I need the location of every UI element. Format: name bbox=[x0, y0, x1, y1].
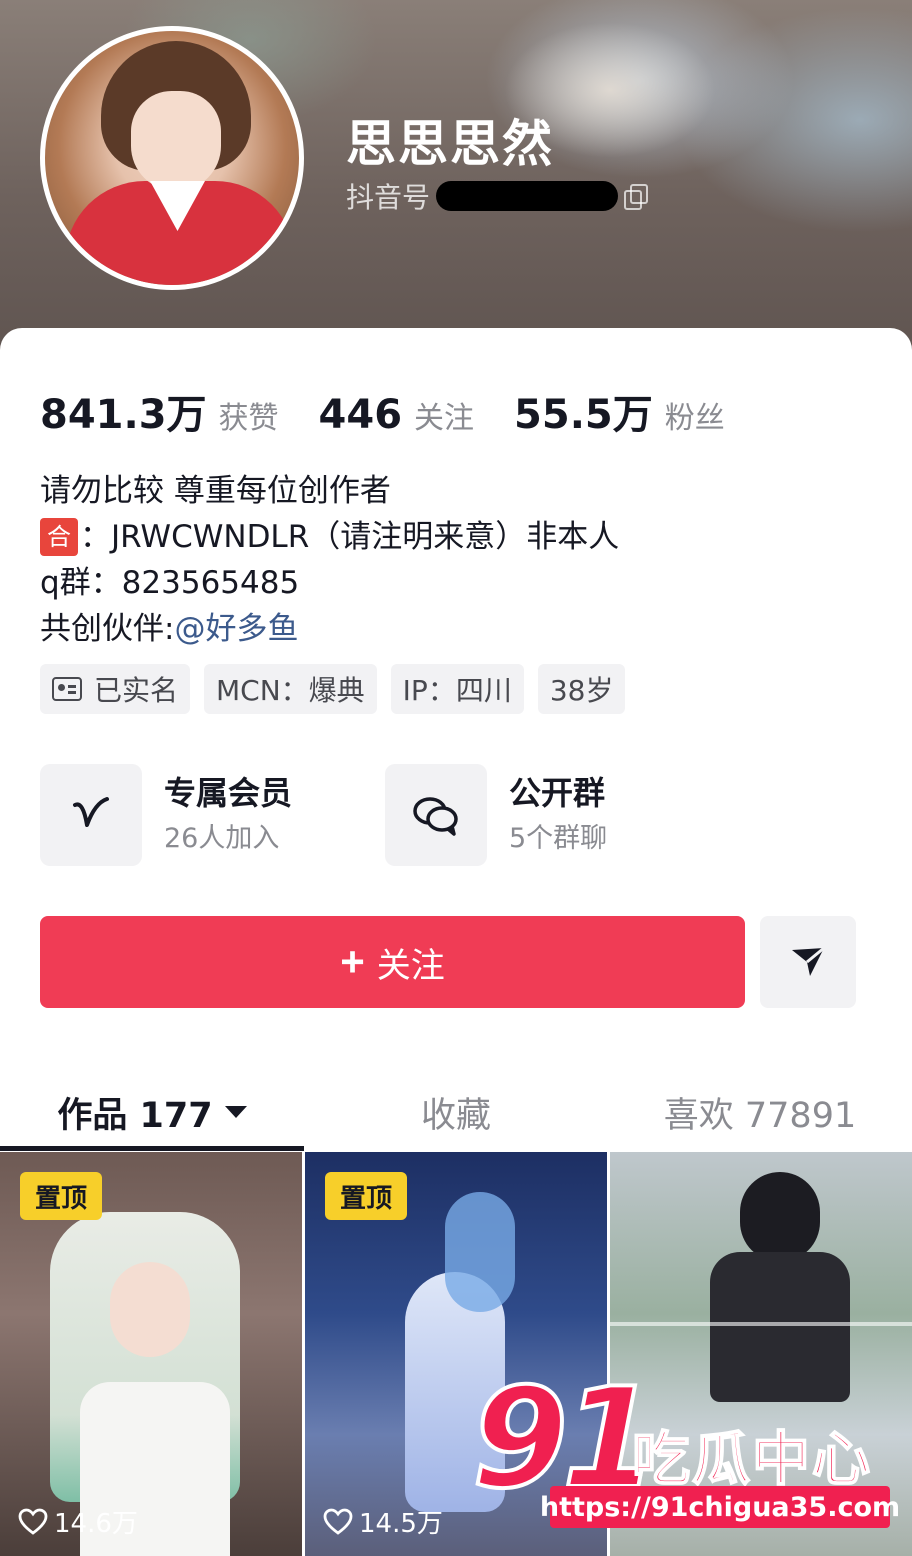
tab-favorites[interactable]: 收藏 bbox=[304, 1074, 608, 1150]
tag-verified[interactable]: 已实名 bbox=[40, 664, 191, 714]
stat-value: 446 bbox=[318, 392, 403, 438]
tag-label: 38岁 bbox=[549, 674, 614, 707]
stat-value: 841.3万 bbox=[40, 392, 207, 438]
stat-label: 获赞 bbox=[218, 401, 279, 436]
follow-button[interactable]: + 关注 bbox=[40, 916, 745, 1008]
tab-works[interactable]: 作品 177 bbox=[0, 1074, 304, 1150]
bio-text: ：JRWCWNDLR（请注明来意）非本人 bbox=[80, 519, 620, 555]
tag-label: MCN：爆典 bbox=[216, 674, 365, 707]
douyin-id-label: 抖音号 bbox=[346, 181, 431, 214]
like-count: 14.6万 bbox=[18, 1503, 138, 1540]
exclusive-member-entry[interactable]: 专属会员 26人加入 bbox=[40, 764, 385, 866]
he-emoji-badge: 合 bbox=[40, 518, 78, 556]
stat-label: 关注 bbox=[414, 401, 475, 436]
heart-icon bbox=[18, 1508, 48, 1535]
redacted-id bbox=[436, 181, 619, 211]
stat-following[interactable]: 446 关注 bbox=[319, 392, 475, 438]
watermark-text: 吃瓜中心 bbox=[631, 1424, 873, 1494]
bio-line: 请勿比较 尊重每位创作者 bbox=[40, 473, 391, 509]
feature-title: 公开群 bbox=[509, 774, 606, 812]
tag-label: 已实名 bbox=[94, 674, 179, 707]
bio-text: 共创伙伴: bbox=[40, 611, 175, 647]
content-tabs: 作品 177 收藏 喜欢 77891 bbox=[0, 1074, 912, 1150]
douyin-id: 抖音号 bbox=[346, 176, 649, 216]
v-member-icon bbox=[40, 764, 142, 866]
tag-age[interactable]: 38岁 bbox=[537, 664, 626, 714]
send-icon bbox=[792, 946, 825, 976]
stat-followers[interactable]: 55.5万 粉丝 bbox=[514, 382, 725, 440]
avatar[interactable] bbox=[40, 26, 304, 290]
tag-label: IP：四川 bbox=[402, 674, 512, 707]
action-row: + 关注 bbox=[40, 916, 856, 1008]
feature-subtitle: 5个群聊 bbox=[509, 823, 608, 854]
tag-ip[interactable]: IP：四川 bbox=[390, 664, 524, 714]
tab-liked[interactable]: 喜欢 77891 bbox=[608, 1074, 912, 1150]
chat-bubbles-icon bbox=[385, 764, 487, 866]
bio-line: 共创伙伴: @好多鱼 bbox=[40, 606, 619, 652]
nickname: 思思思然 bbox=[346, 115, 554, 173]
share-button[interactable] bbox=[760, 916, 856, 1008]
bio-line: q群：823565485 bbox=[40, 565, 300, 601]
active-tab-indicator bbox=[0, 1146, 304, 1151]
partner-link[interactable]: @好多鱼 bbox=[174, 606, 298, 652]
follow-label: 关注 bbox=[376, 946, 445, 985]
pinned-badge: 置顶 bbox=[325, 1172, 407, 1220]
caret-down-icon[interactable] bbox=[224, 1106, 247, 1118]
feature-subtitle: 26人加入 bbox=[164, 823, 280, 854]
tag-mcn[interactable]: MCN：爆典 bbox=[204, 664, 377, 714]
plus-icon: + bbox=[340, 938, 365, 985]
tab-label: 收藏 bbox=[420, 1095, 491, 1136]
watermark-url: https://91chigua35.com bbox=[540, 1486, 900, 1528]
like-count-value: 14.6万 bbox=[54, 1509, 138, 1539]
bio: 请勿比较 尊重每位创作者 合 ：JRWCWNDLR（请注明来意）非本人 q群：8… bbox=[40, 468, 619, 652]
tab-label: 喜欢 77891 bbox=[663, 1095, 857, 1136]
feature-title: 专属会员 bbox=[164, 774, 293, 812]
stats-row: 841.3万 获赞 446 关注 55.5万 粉丝 bbox=[40, 382, 765, 440]
stat-likes: 841.3万 获赞 bbox=[40, 382, 279, 440]
tab-label: 作品 177 bbox=[57, 1095, 213, 1136]
pinned-badge: 置顶 bbox=[20, 1172, 102, 1220]
watermark: 91 吃瓜中心 https://91chigua35.com bbox=[470, 1368, 900, 1540]
feature-entries: 专属会员 26人加入 公开群 5个群聊 bbox=[40, 764, 730, 866]
id-card-icon bbox=[52, 677, 82, 701]
stat-value: 55.5万 bbox=[514, 392, 653, 438]
like-count: 14.5万 bbox=[323, 1503, 443, 1540]
bio-line: 合 ：JRWCWNDLR（请注明来意）非本人 bbox=[40, 514, 619, 560]
like-count-value: 14.5万 bbox=[359, 1509, 443, 1539]
heart-icon bbox=[323, 1508, 353, 1535]
public-group-entry[interactable]: 公开群 5个群聊 bbox=[385, 764, 730, 866]
video-thumbnail[interactable]: 置顶 14.6万 bbox=[0, 1152, 302, 1556]
copy-icon[interactable] bbox=[624, 184, 649, 210]
stat-label: 粉丝 bbox=[664, 401, 725, 436]
profile-tags: 已实名 MCN：爆典 IP：四川 38岁 bbox=[40, 664, 639, 714]
